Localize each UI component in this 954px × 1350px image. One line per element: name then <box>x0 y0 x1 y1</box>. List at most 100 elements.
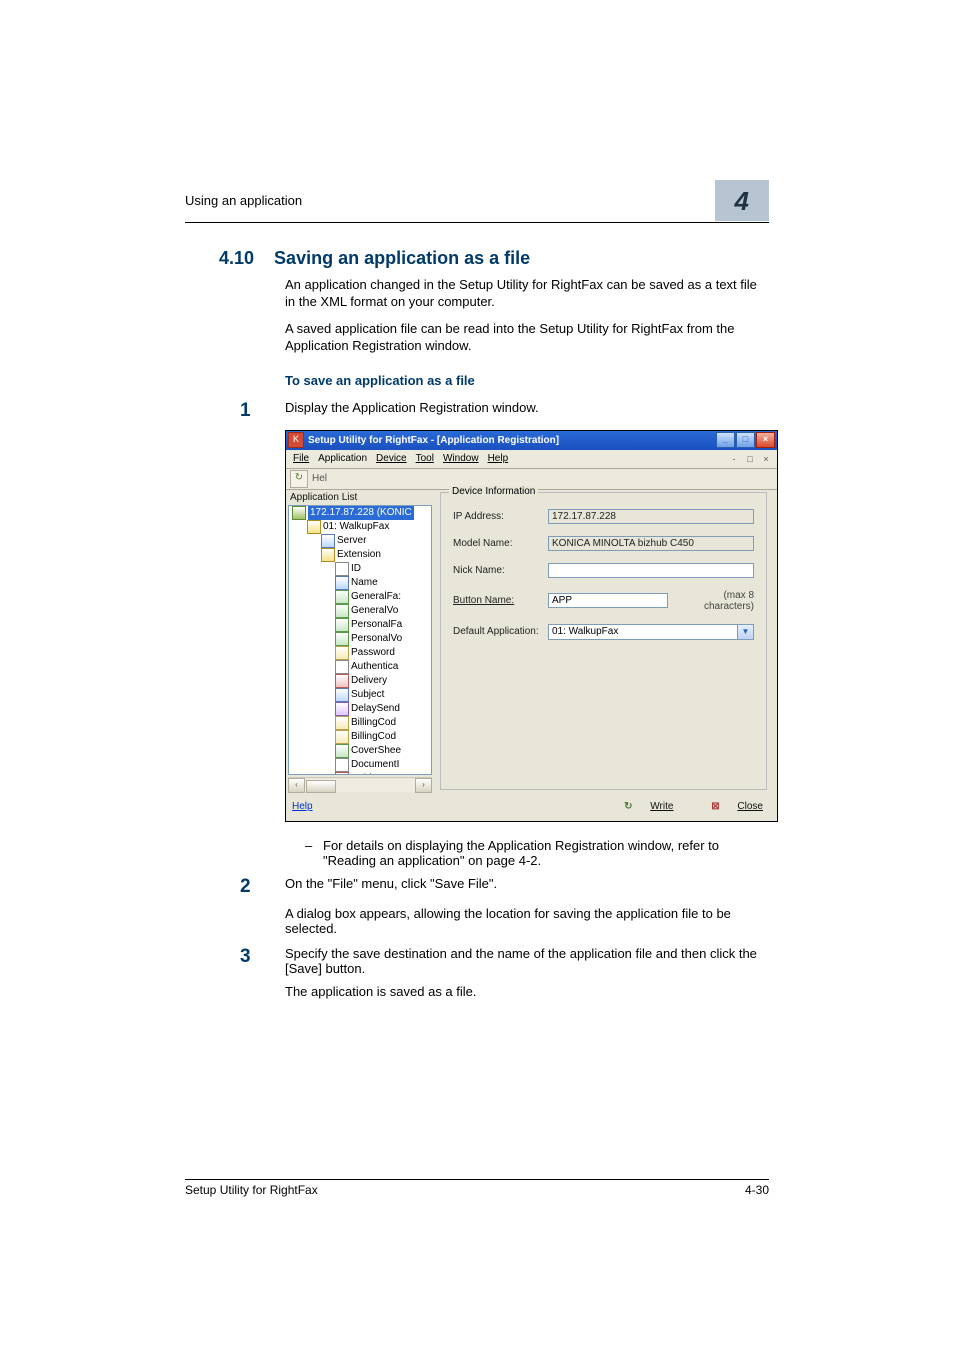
tree-item-icon <box>335 758 349 772</box>
tree-item-icon <box>335 660 349 674</box>
button-name-label: Button Name: <box>453 595 548 606</box>
tree-item-label: Subject <box>351 688 384 702</box>
refresh-icon[interactable]: ↻ <box>290 470 308 488</box>
tree-item[interactable]: BillingCod <box>289 730 431 744</box>
tree-item[interactable]: BillingCod <box>289 716 431 730</box>
tree-item-icon <box>335 744 349 758</box>
device-icon <box>292 506 306 520</box>
mdi-minimize[interactable]: - <box>727 454 741 464</box>
tree-item[interactable]: Delivery <box>289 674 431 688</box>
tree-item[interactable]: Subject <box>289 688 431 702</box>
app-icon: K <box>288 432 304 448</box>
sub-bullet-dash: – <box>305 838 323 868</box>
tree-item-label: DelaySend <box>351 702 400 716</box>
tree-item[interactable]: GeneralVo <box>289 604 431 618</box>
tree-item[interactable]: DocumentI <box>289 758 431 772</box>
tree-item-icon <box>335 674 349 688</box>
tree-item[interactable]: CoverShee <box>289 744 431 758</box>
tree-item-label: CoverShee <box>351 744 401 758</box>
mdi-close[interactable]: × <box>759 454 773 464</box>
device-info-group: Device Information IP Address: 172.17.87… <box>440 492 767 790</box>
toolbar-hint: Hel <box>312 473 327 484</box>
tree-item[interactable]: Authentica <box>289 660 431 674</box>
tree-item-icon <box>335 618 349 632</box>
tree-item-icon <box>335 702 349 716</box>
form-panel: Device Information IP Address: 172.17.87… <box>434 490 777 795</box>
ip-value: 172.17.87.228 <box>548 509 754 524</box>
scroll-thumb[interactable] <box>306 780 336 793</box>
ip-label: IP Address: <box>453 511 548 522</box>
paragraph-2: A saved application file can be read int… <box>285 321 769 355</box>
tree-item-label: BillingCod <box>351 716 396 730</box>
scroll-right-button[interactable]: › <box>415 778 432 793</box>
tree-item-label: Authentica <box>351 660 398 674</box>
tree-item-label: 01: WalkupFax <box>323 520 389 534</box>
tree-item-icon <box>307 520 321 534</box>
window-titlebar: K Setup Utility for RightFax - [Applicat… <box>286 431 777 450</box>
tree-item[interactable]: GeneralFa: <box>289 590 431 604</box>
tree-item-icon <box>321 534 335 548</box>
chevron-down-icon[interactable]: ▼ <box>737 625 753 639</box>
menu-file[interactable]: File <box>290 453 312 464</box>
tree-item-icon <box>335 576 349 590</box>
write-button[interactable]: Write <box>646 801 677 812</box>
help-link[interactable]: Help <box>292 801 313 812</box>
tree-item[interactable]: DelaySend <box>289 702 431 716</box>
application-tree[interactable]: 172.17.87.228 (KONIC 01: WalkupFaxServer… <box>288 505 432 775</box>
paragraph-1: An application changed in the Setup Util… <box>285 277 769 311</box>
maximize-button[interactable]: □ <box>736 432 755 448</box>
step-2-extra: A dialog box appears, allowing the locat… <box>285 906 769 936</box>
scroll-track[interactable] <box>305 779 415 792</box>
tree-item[interactable]: Extension <box>289 548 431 562</box>
tree-item[interactable]: PersonalVo <box>289 632 431 646</box>
menu-application[interactable]: Application <box>315 453 370 464</box>
default-app-combo[interactable]: 01: WalkupFax ▼ <box>548 624 754 640</box>
tree-item[interactable]: ID <box>289 562 431 576</box>
tree-item-icon <box>335 688 349 702</box>
tree-item-label: Extension <box>337 548 381 562</box>
button-name-hint: (max 8 characters) <box>676 590 754 612</box>
minimize-button[interactable]: _ <box>716 432 735 448</box>
tree-root-label: 172.17.87.228 (KONIC <box>308 506 414 520</box>
tree-item-label: Server <box>337 534 366 548</box>
tree-item[interactable]: Password <box>289 646 431 660</box>
scroll-left-button[interactable]: ‹ <box>288 778 305 793</box>
window-bottom-bar: Help ↻ Write ⊠ Close <box>286 795 777 821</box>
step-3-extra: The application is saved as a file. <box>285 984 769 999</box>
running-title: Using an application <box>185 193 302 208</box>
tree-item[interactable]: HoldForPre <box>289 772 431 775</box>
write-icon: ↻ <box>620 799 636 815</box>
tree-item[interactable]: 01: WalkupFax <box>289 520 431 534</box>
menu-window[interactable]: Window <box>440 453 482 464</box>
close-button[interactable]: × <box>756 432 775 448</box>
tree-root[interactable]: 172.17.87.228 (KONIC <box>289 506 431 520</box>
step-1-text: Display the Application Registration win… <box>285 400 769 422</box>
nick-input[interactable] <box>548 563 754 578</box>
close-action[interactable]: Close <box>733 801 767 812</box>
model-label: Model Name: <box>453 538 548 549</box>
tree-panel: Application List 172.17.87.228 (KONIC 01… <box>286 490 434 795</box>
menu-device[interactable]: Device <box>373 453 410 464</box>
menu-tool[interactable]: Tool <box>413 453 437 464</box>
tree-item-icon <box>321 548 335 562</box>
step-3-number: 3 <box>240 946 285 976</box>
tree-item-label: GeneralFa: <box>351 590 401 604</box>
tree-item[interactable]: PersonalFa <box>289 618 431 632</box>
tree-h-scrollbar[interactable]: ‹ › <box>288 777 432 793</box>
menu-help[interactable]: Help <box>485 453 512 464</box>
mdi-restore[interactable]: □ <box>743 454 757 464</box>
menu-bar: File Application Device Tool Window Help… <box>286 450 777 469</box>
tree-item-icon <box>335 730 349 744</box>
mdi-controls: - □ × <box>727 454 773 464</box>
close-icon: ⊠ <box>707 799 723 815</box>
tree-item-label: GeneralVo <box>351 604 398 618</box>
tree-item-icon <box>335 646 349 660</box>
button-name-input[interactable]: APP <box>548 593 668 608</box>
section-title: Saving an application as a file <box>274 248 530 269</box>
tree-item[interactable]: Name <box>289 576 431 590</box>
footer-left: Setup Utility for RightFax <box>185 1183 318 1197</box>
tree-item[interactable]: Server <box>289 534 431 548</box>
tree-item-icon <box>335 772 349 775</box>
sub-bullet-text: For details on displaying the Applicatio… <box>323 838 769 868</box>
footer-right: 4-30 <box>745 1183 769 1197</box>
